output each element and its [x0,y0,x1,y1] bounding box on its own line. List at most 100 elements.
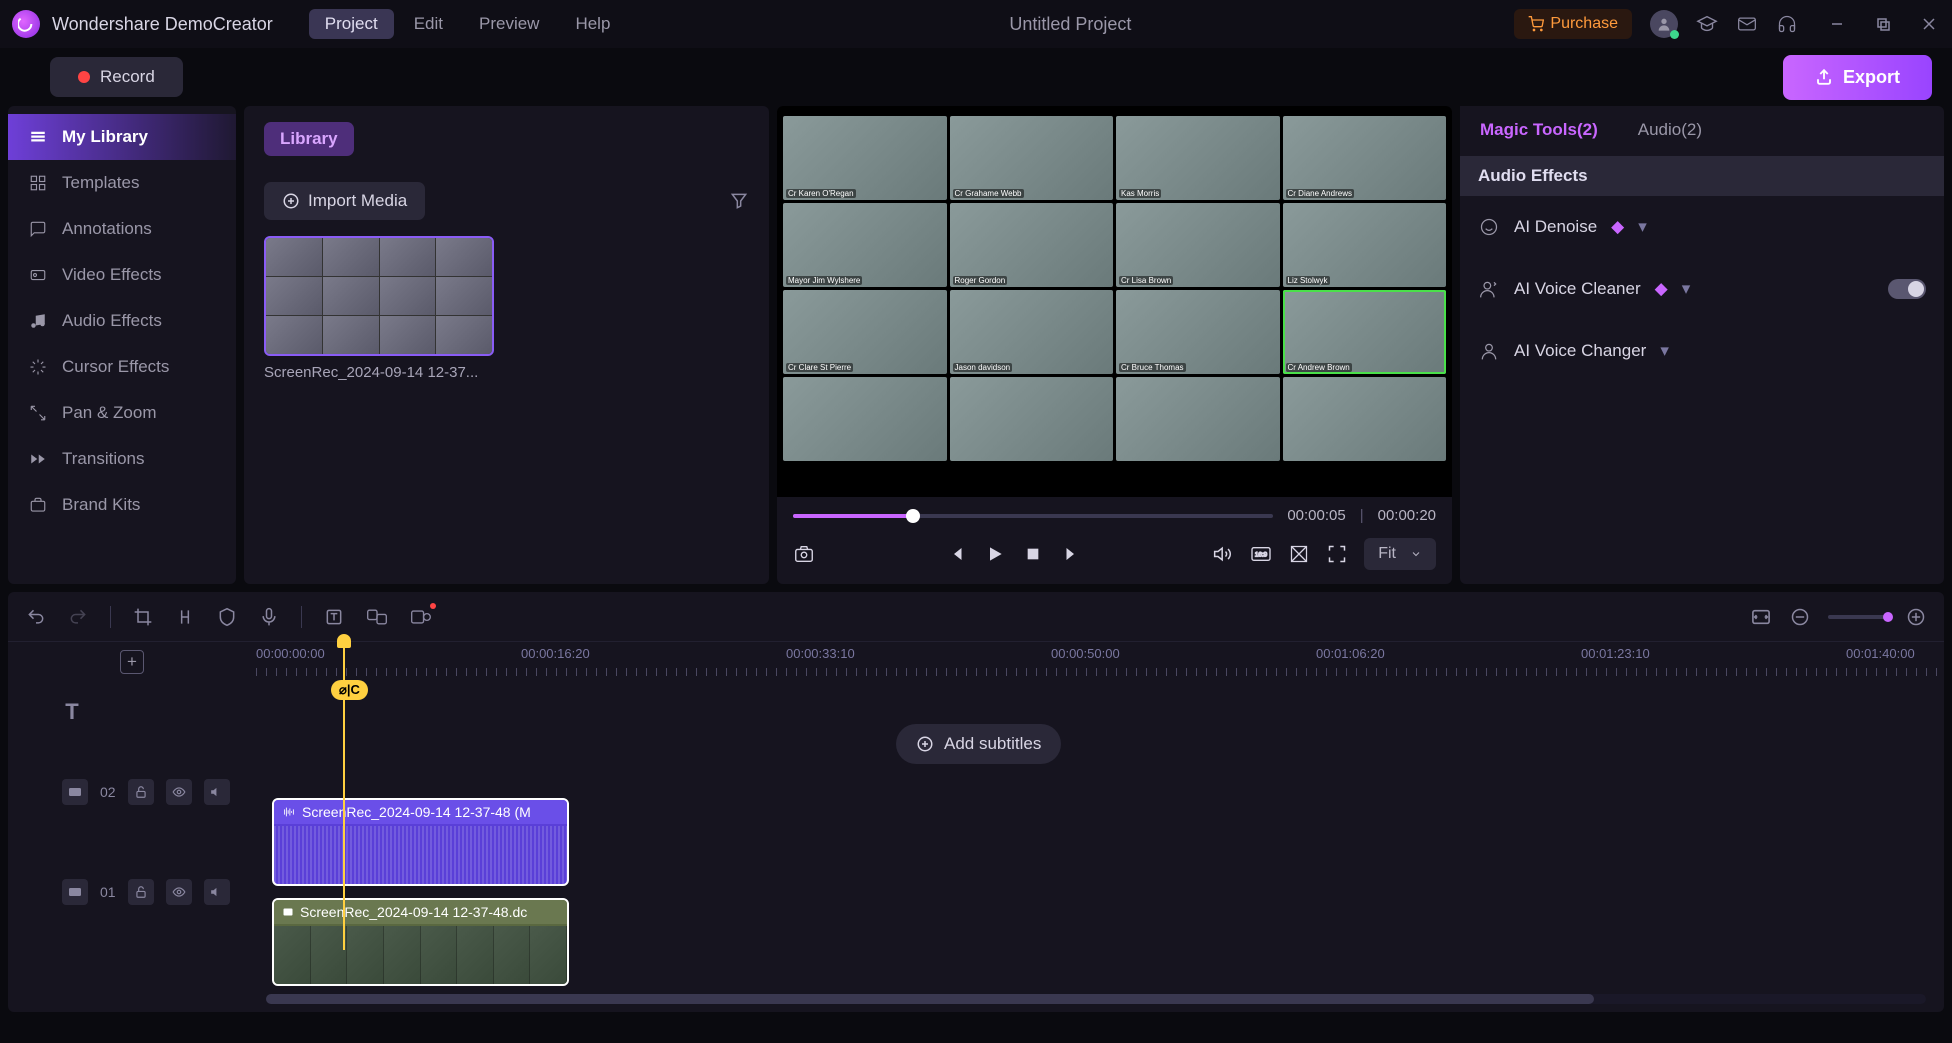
sidebar-item-cursor-effects[interactable]: Cursor Effects [8,344,236,390]
timeline-scrollbar[interactable] [266,994,1926,1004]
volume-button[interactable] [1212,543,1234,565]
prev-frame-button[interactable] [946,543,968,565]
video-grid: Cr Karen O'Regan Cr Grahame Webb Kas Mor… [777,114,1452,489]
voice-changer-icon [1478,340,1500,362]
timeline: + 00:00:00:00 00:00:16:20 00:00:33:10 00… [8,592,1944,1012]
plus-circle-icon [282,192,300,210]
split-button[interactable] [175,607,195,627]
close-button[interactable] [1918,13,1940,35]
record-dot-icon [78,71,90,83]
sidebar-item-brand-kits[interactable]: Brand Kits [8,482,236,528]
props-tabs: Magic Tools(2) Audio(2) [1460,106,1944,156]
play-button[interactable] [984,543,1006,565]
voice-cleaner-toggle[interactable] [1888,279,1926,299]
menu-project[interactable]: Project [309,9,394,39]
sidebar-item-audio-effects[interactable]: Audio Effects [8,298,236,344]
track-visibility-button[interactable] [166,779,192,805]
audio-clip[interactable]: ScreenRec_2024-09-14 12-37-48 (M [272,798,569,886]
participant-name: Cr Andrew Brown [1286,363,1352,372]
snapshot-button[interactable] [793,543,815,565]
track-lock-button[interactable] [128,779,154,805]
participant-name: Liz Stolwyk [1286,276,1330,285]
media-thumbnail [264,236,494,356]
media-item[interactable]: ScreenRec_2024-09-14 12-37... [264,236,494,381]
graduation-icon[interactable] [1696,13,1718,35]
sidebar-label: Audio Effects [62,311,162,331]
text-button[interactable] [324,607,344,627]
tab-magic-tools[interactable]: Magic Tools(2) [1460,106,1618,156]
prop-ai-voice-changer[interactable]: AI Voice Changer ▾ [1460,320,1944,382]
menu-help[interactable]: Help [559,9,626,39]
menu-preview[interactable]: Preview [463,9,555,39]
shield-button[interactable] [217,607,237,627]
track-number: 01 [100,884,116,900]
clip-name: ScreenRec_2024-09-14 12-37-48.dc [300,904,527,920]
next-frame-button[interactable] [1060,543,1082,565]
grid-overlay-button[interactable] [1288,543,1310,565]
video-clip[interactable]: ScreenRec_2024-09-14 12-37-48.dc [272,898,569,986]
import-media-button[interactable]: Import Media [264,182,425,220]
prop-ai-voice-cleaner[interactable]: AI Voice Cleaner ◆ ▾ [1460,258,1944,320]
library-chip[interactable]: Library [264,122,354,156]
zoom-in-button[interactable] [1906,607,1926,627]
track-number: 02 [100,784,116,800]
track-mute-button[interactable] [204,879,230,905]
playhead-marker[interactable]: ⌀|C [331,680,368,700]
zoom-out-button[interactable] [1790,607,1810,627]
undo-button[interactable] [26,607,46,627]
track-lock-button[interactable] [128,879,154,905]
fit-dropdown[interactable]: Fit [1364,538,1436,570]
app-logo [12,10,40,38]
purchase-button[interactable]: Purchase [1514,9,1632,39]
fit-width-button[interactable] [1750,608,1772,626]
support-icon[interactable] [1776,13,1798,35]
import-label: Import Media [308,191,407,211]
zoom-slider[interactable] [1828,615,1888,619]
aspect-button[interactable]: 16:9 [1250,543,1272,565]
preview-video[interactable]: Cr Karen O'Regan Cr Grahame Webb Kas Mor… [777,106,1452,497]
translate-button[interactable] [366,607,388,627]
participant-name: Cr Diane Andrews [1286,189,1354,198]
sidebar-item-my-library[interactable]: My Library [8,114,236,160]
participant-name: Jason davidson [953,363,1013,372]
mic-button[interactable] [259,607,279,627]
maximize-button[interactable] [1872,13,1894,35]
redo-button[interactable] [68,607,88,627]
menu-edit[interactable]: Edit [398,9,459,39]
crop-button[interactable] [133,607,153,627]
sidebar-item-transitions[interactable]: Transitions [8,436,236,482]
participant-name: Cr Bruce Thomas [1119,363,1186,372]
scrub-slider[interactable] [793,514,1273,518]
add-track-button[interactable]: + [120,650,144,674]
track-visibility-button[interactable] [166,879,192,905]
project-title: Untitled Project [626,14,1514,35]
track-mute-button[interactable] [204,779,230,805]
record-button[interactable]: Record [50,57,183,97]
sidebar-label: Pan & Zoom [62,403,157,423]
app-name: Wondershare DemoCreator [52,14,273,35]
sidebar-item-video-effects[interactable]: Video Effects [8,252,236,298]
brand-kits-icon [28,495,48,515]
tab-audio[interactable]: Audio(2) [1618,106,1722,156]
stop-button[interactable] [1022,543,1044,565]
annotations-icon [28,219,48,239]
audio-wave-icon [282,806,296,818]
sidebar-item-templates[interactable]: Templates [8,160,236,206]
minimize-button[interactable] [1826,13,1848,35]
add-subtitles-button[interactable]: Add subtitles [896,724,1061,764]
sidebar-item-annotations[interactable]: Annotations [8,206,236,252]
fit-label: Fit [1378,545,1396,563]
preview-panel: Cr Karen O'Regan Cr Grahame Webb Kas Mor… [777,106,1452,584]
plus-circle-icon [916,735,934,753]
time-total: 00:00:20 [1378,507,1436,524]
user-avatar[interactable] [1650,10,1678,38]
media-name: ScreenRec_2024-09-14 12-37... [264,364,494,381]
mail-icon[interactable] [1736,13,1758,35]
audio-effects-icon [28,311,48,331]
record-voice-button[interactable] [410,607,432,627]
fullscreen-button[interactable] [1326,543,1348,565]
export-button[interactable]: Export [1783,55,1932,100]
sidebar-item-pan-zoom[interactable]: Pan & Zoom [8,390,236,436]
filter-button[interactable] [729,191,749,211]
prop-ai-denoise[interactable]: AI Denoise ◆ ▾ [1460,196,1944,258]
